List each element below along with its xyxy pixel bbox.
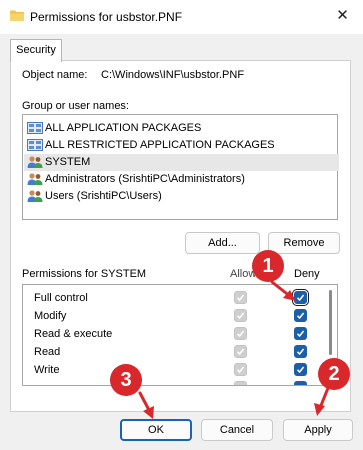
users-icon	[27, 156, 43, 169]
step-marker-2: 2	[318, 358, 350, 390]
step-marker-3: 3	[110, 364, 142, 396]
permissions-header: Permissions for SYSTEM	[22, 268, 147, 280]
allow-checkbox[interactable]	[234, 309, 247, 322]
tab-security[interactable]: Security	[10, 39, 62, 62]
package-icon	[27, 139, 43, 152]
group-name: ALL APPLICATION PACKAGES	[45, 122, 202, 134]
permission-name: Modify	[34, 310, 67, 322]
allow-checkbox[interactable]	[234, 381, 247, 385]
list-item[interactable]: Administrators (SrishtiPC\Administrators…	[27, 171, 245, 188]
permission-name: Full control	[34, 292, 88, 304]
remove-button[interactable]: Remove	[268, 232, 340, 254]
deny-checkbox[interactable]	[294, 327, 307, 340]
window-title: Permissions for usbstor.PNF	[30, 10, 183, 24]
users-icon	[27, 190, 43, 203]
allow-checkbox[interactable]	[234, 291, 247, 304]
apply-button[interactable]: Apply	[283, 419, 353, 441]
deny-checkbox[interactable]	[294, 363, 307, 376]
object-name-value: C:\Windows\INF\usbstor.PNF	[101, 69, 245, 81]
list-item[interactable]: Users (SrishtiPC\Users)	[27, 188, 162, 205]
step-marker-1: 1	[252, 250, 284, 282]
deny-checkbox[interactable]	[294, 381, 307, 385]
cancel-button[interactable]: Cancel	[201, 419, 273, 441]
permission-name: Read & execute	[34, 328, 113, 340]
add-button[interactable]: Add...	[185, 232, 260, 254]
group-name: ALL RESTRICTED APPLICATION PACKAGES	[45, 139, 275, 151]
ok-button[interactable]: OK	[120, 419, 192, 441]
list-item-selected[interactable]: SYSTEM	[24, 154, 339, 171]
package-icon	[27, 122, 43, 135]
group-name: SYSTEM	[45, 156, 91, 168]
permissions-scrollbar[interactable]	[329, 290, 332, 355]
users-icon	[27, 173, 43, 186]
group-list[interactable]: ALL APPLICATION PACKAGES ALL RESTRICTED …	[22, 114, 339, 220]
object-name-label: Object name:	[22, 69, 88, 81]
list-item[interactable]: ALL APPLICATION PACKAGES	[27, 120, 201, 137]
allow-checkbox[interactable]	[234, 363, 247, 376]
deny-checkbox[interactable]	[292, 289, 309, 306]
group-name: Users (SrishtiPC\Users)	[45, 190, 162, 202]
permission-name: Read	[34, 346, 61, 358]
list-item[interactable]: ALL RESTRICTED APPLICATION PACKAGES	[27, 137, 275, 154]
deny-column-header: Deny	[294, 268, 320, 280]
allow-checkbox[interactable]	[234, 345, 247, 358]
group-names-label: Group or user names:	[22, 100, 129, 112]
allow-checkbox[interactable]	[234, 327, 247, 340]
folder-icon	[10, 10, 24, 21]
permissions-list: Full control Modify Read & execute Read …	[22, 284, 338, 386]
group-name: Administrators (SrishtiPC\Administrators…	[45, 173, 245, 185]
permission-name: Write	[34, 364, 60, 376]
close-button[interactable]: ✕	[322, 0, 363, 34]
deny-checkbox[interactable]	[294, 345, 307, 358]
deny-checkbox[interactable]	[294, 309, 307, 322]
